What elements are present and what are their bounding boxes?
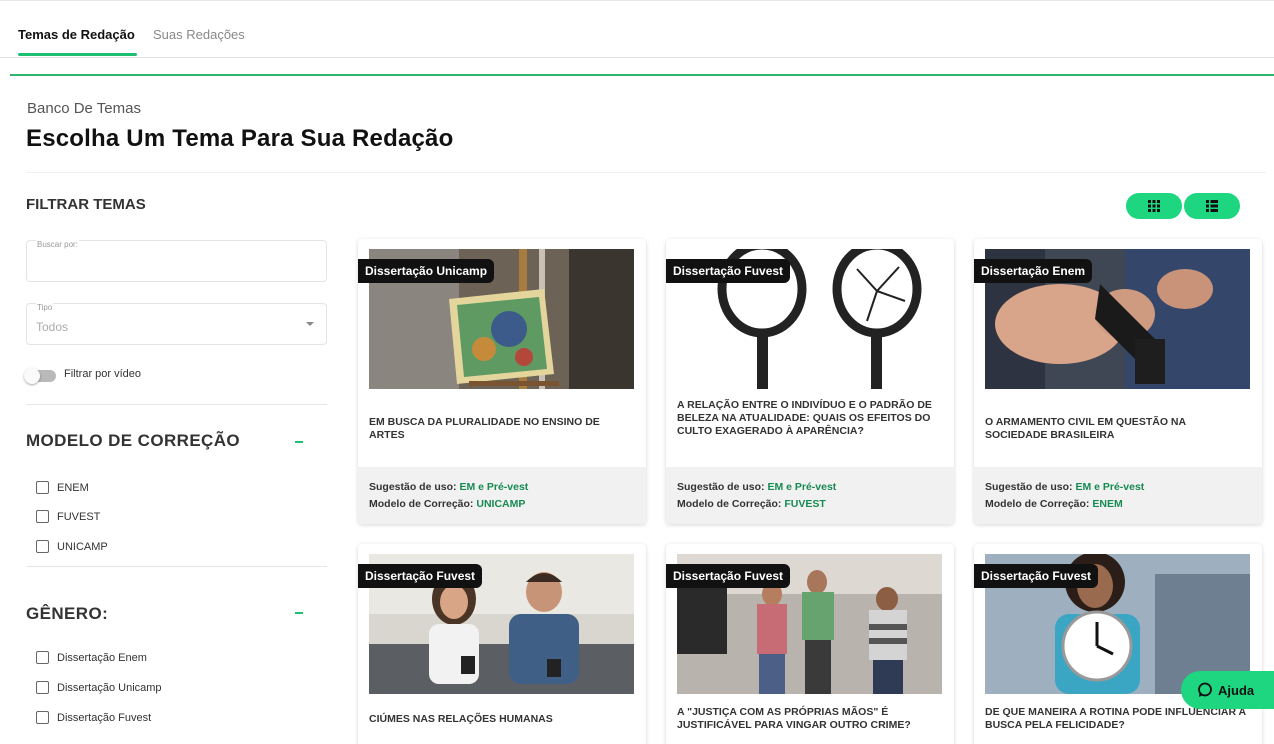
card-title[interactable]: CIÚMES NAS RELAÇÕES HUMANAS: [369, 713, 634, 726]
type-label: Tipo: [36, 303, 54, 312]
model-label: Modelo de Correção:: [677, 498, 782, 510]
checkbox-box[interactable]: [36, 711, 49, 724]
theme-card[interactable]: Dissertação Unicamp EM BUSCA DA PLURALID…: [358, 239, 646, 524]
chevron-down-icon: [306, 322, 314, 326]
card-title[interactable]: A "JUSTIÇA COM AS PRÓPRIAS MÃOS" É JUSTI…: [677, 706, 942, 732]
genre-badge: Dissertação Unicamp: [358, 259, 495, 283]
usage-value: EM e Pré-vest: [459, 481, 529, 493]
checkbox-box[interactable]: [36, 651, 49, 664]
tab-suas-redacoes[interactable]: Suas Redações: [153, 27, 245, 42]
theme-card[interactable]: Dissertação Fuvest DE QUE MANEIRA A ROTI…: [974, 544, 1262, 744]
checkbox-box[interactable]: [36, 481, 49, 494]
collapse-genre-button[interactable]: [295, 612, 303, 614]
page-title: Escolha Um Tema Para Sua Redação: [26, 125, 454, 152]
genre-heading: GÊNERO:: [26, 604, 109, 623]
active-tab-indicator: [18, 53, 137, 56]
toggle-knob: [24, 368, 40, 384]
usage-label: Sugestão de uso:: [985, 481, 1073, 493]
checkbox-label: Dissertação Fuvest: [57, 711, 152, 724]
checkbox-box[interactable]: [36, 681, 49, 694]
card-title[interactable]: EM BUSCA DA PLURALIDADE NO ENSINO DE ART…: [369, 416, 634, 442]
usage-suggestion: Sugestão de uso: EM e Pré-vest: [985, 481, 1144, 493]
checkbox-box[interactable]: [36, 540, 49, 553]
usage-label: Sugestão de uso:: [369, 481, 457, 493]
card-title[interactable]: A RELAÇÃO ENTRE O INDIVÍDUO E O PADRÃO D…: [677, 399, 942, 438]
correction-model: Modelo de Correção: UNICAMP: [369, 498, 525, 510]
filter-heading: FILTRAR TEMAS: [26, 196, 146, 213]
checkbox-label: FUVEST: [57, 510, 101, 523]
usage-value: EM e Pré-vest: [767, 481, 837, 493]
list-view-button[interactable]: [1184, 193, 1240, 219]
checkbox-label: Dissertação Enem: [57, 651, 147, 664]
type-select[interactable]: Tipo Todos: [26, 303, 327, 345]
title-divider: [26, 172, 1266, 173]
model-label: Modelo de Correção:: [369, 498, 474, 510]
breadcrumb: Banco De Temas: [27, 100, 141, 117]
theme-card[interactable]: Dissertação Fuvest A "JUSTIÇA COM AS PRÓ…: [666, 544, 954, 744]
checkbox-label: Dissertação Unicamp: [57, 681, 162, 694]
checkbox-dissertacao-unicamp[interactable]: Dissertação Unicamp: [36, 681, 162, 694]
genre-badge: Dissertação Fuvest: [358, 564, 483, 588]
usage-value: EM e Pré-vest: [1075, 481, 1145, 493]
video-filter-toggle[interactable]: [24, 368, 56, 384]
model-value: ENEM: [1092, 498, 1123, 510]
grid-icon: [1148, 200, 1160, 212]
checkbox-unicamp[interactable]: UNICAMP: [36, 540, 108, 553]
sidebar-divider: [26, 404, 327, 405]
genre-badge: Dissertação Fuvest: [666, 259, 791, 283]
card-footer: Sugestão de uso: EM e Pré-vest Modelo de…: [358, 467, 646, 524]
header-divider: [10, 74, 1274, 76]
help-label: Ajuda: [1218, 682, 1255, 698]
video-filter-label: Filtrar por vídeo: [64, 368, 142, 380]
usage-suggestion: Sugestão de uso: EM e Pré-vest: [677, 481, 836, 493]
genre-badge: Dissertação Fuvest: [666, 564, 791, 588]
correction-model: Modelo de Correção: ENEM: [985, 498, 1123, 510]
correction-model-heading: MODELO DE CORREÇÃO: [26, 431, 241, 450]
checkbox-enem[interactable]: ENEM: [36, 481, 89, 494]
correction-model: Modelo de Correção: FUVEST: [677, 498, 826, 510]
top-navigation: Temas de Redação Suas Redações: [0, 0, 1274, 58]
model-label: Modelo de Correção:: [985, 498, 1090, 510]
checkbox-label: ENEM: [57, 481, 89, 494]
grid-view-button[interactable]: [1126, 193, 1182, 219]
search-input[interactable]: Buscar por:: [26, 240, 327, 282]
type-selected-value: Todos: [36, 320, 69, 334]
model-value: UNICAMP: [476, 498, 526, 510]
chat-bubble-icon: [1198, 682, 1212, 697]
theme-card[interactable]: Dissertação Fuvest A RELAÇÃO ENTRE O IND…: [666, 239, 954, 524]
model-value: FUVEST: [784, 498, 826, 510]
theme-card[interactable]: Dissertação Enem O ARMAMENTO CIVIL EM QU…: [974, 239, 1262, 524]
checkbox-dissertacao-fuvest[interactable]: Dissertação Fuvest: [36, 711, 151, 724]
search-label: Buscar por:: [36, 240, 79, 249]
checkbox-label: UNICAMP: [57, 540, 108, 553]
checkbox-fuvest[interactable]: FUVEST: [36, 510, 100, 523]
sidebar-divider: [26, 566, 327, 567]
genre-badge: Dissertação Fuvest: [974, 564, 1099, 588]
tab-temas-de-redacao[interactable]: Temas de Redação: [18, 27, 135, 42]
help-button[interactable]: Ajuda: [1181, 671, 1274, 709]
card-footer: Sugestão de uso: EM e Pré-vest Modelo de…: [666, 467, 954, 524]
collapse-correction-model-button[interactable]: [295, 441, 303, 443]
list-icon: [1206, 200, 1218, 212]
checkbox-dissertacao-enem[interactable]: Dissertação Enem: [36, 651, 147, 664]
theme-card[interactable]: Dissertação Fuvest CIÚMES NAS RELAÇÕES H…: [358, 544, 646, 744]
card-title[interactable]: O ARMAMENTO CIVIL EM QUESTÃO NA SOCIEDAD…: [985, 416, 1250, 442]
checkbox-box[interactable]: [36, 510, 49, 523]
card-footer: Sugestão de uso: EM e Pré-vest Modelo de…: [974, 467, 1262, 524]
usage-label: Sugestão de uso:: [677, 481, 765, 493]
genre-badge: Dissertação Enem: [974, 259, 1093, 283]
usage-suggestion: Sugestão de uso: EM e Pré-vest: [369, 481, 528, 493]
card-title[interactable]: DE QUE MANEIRA A ROTINA PODE INFLUENCIAR…: [985, 706, 1250, 732]
